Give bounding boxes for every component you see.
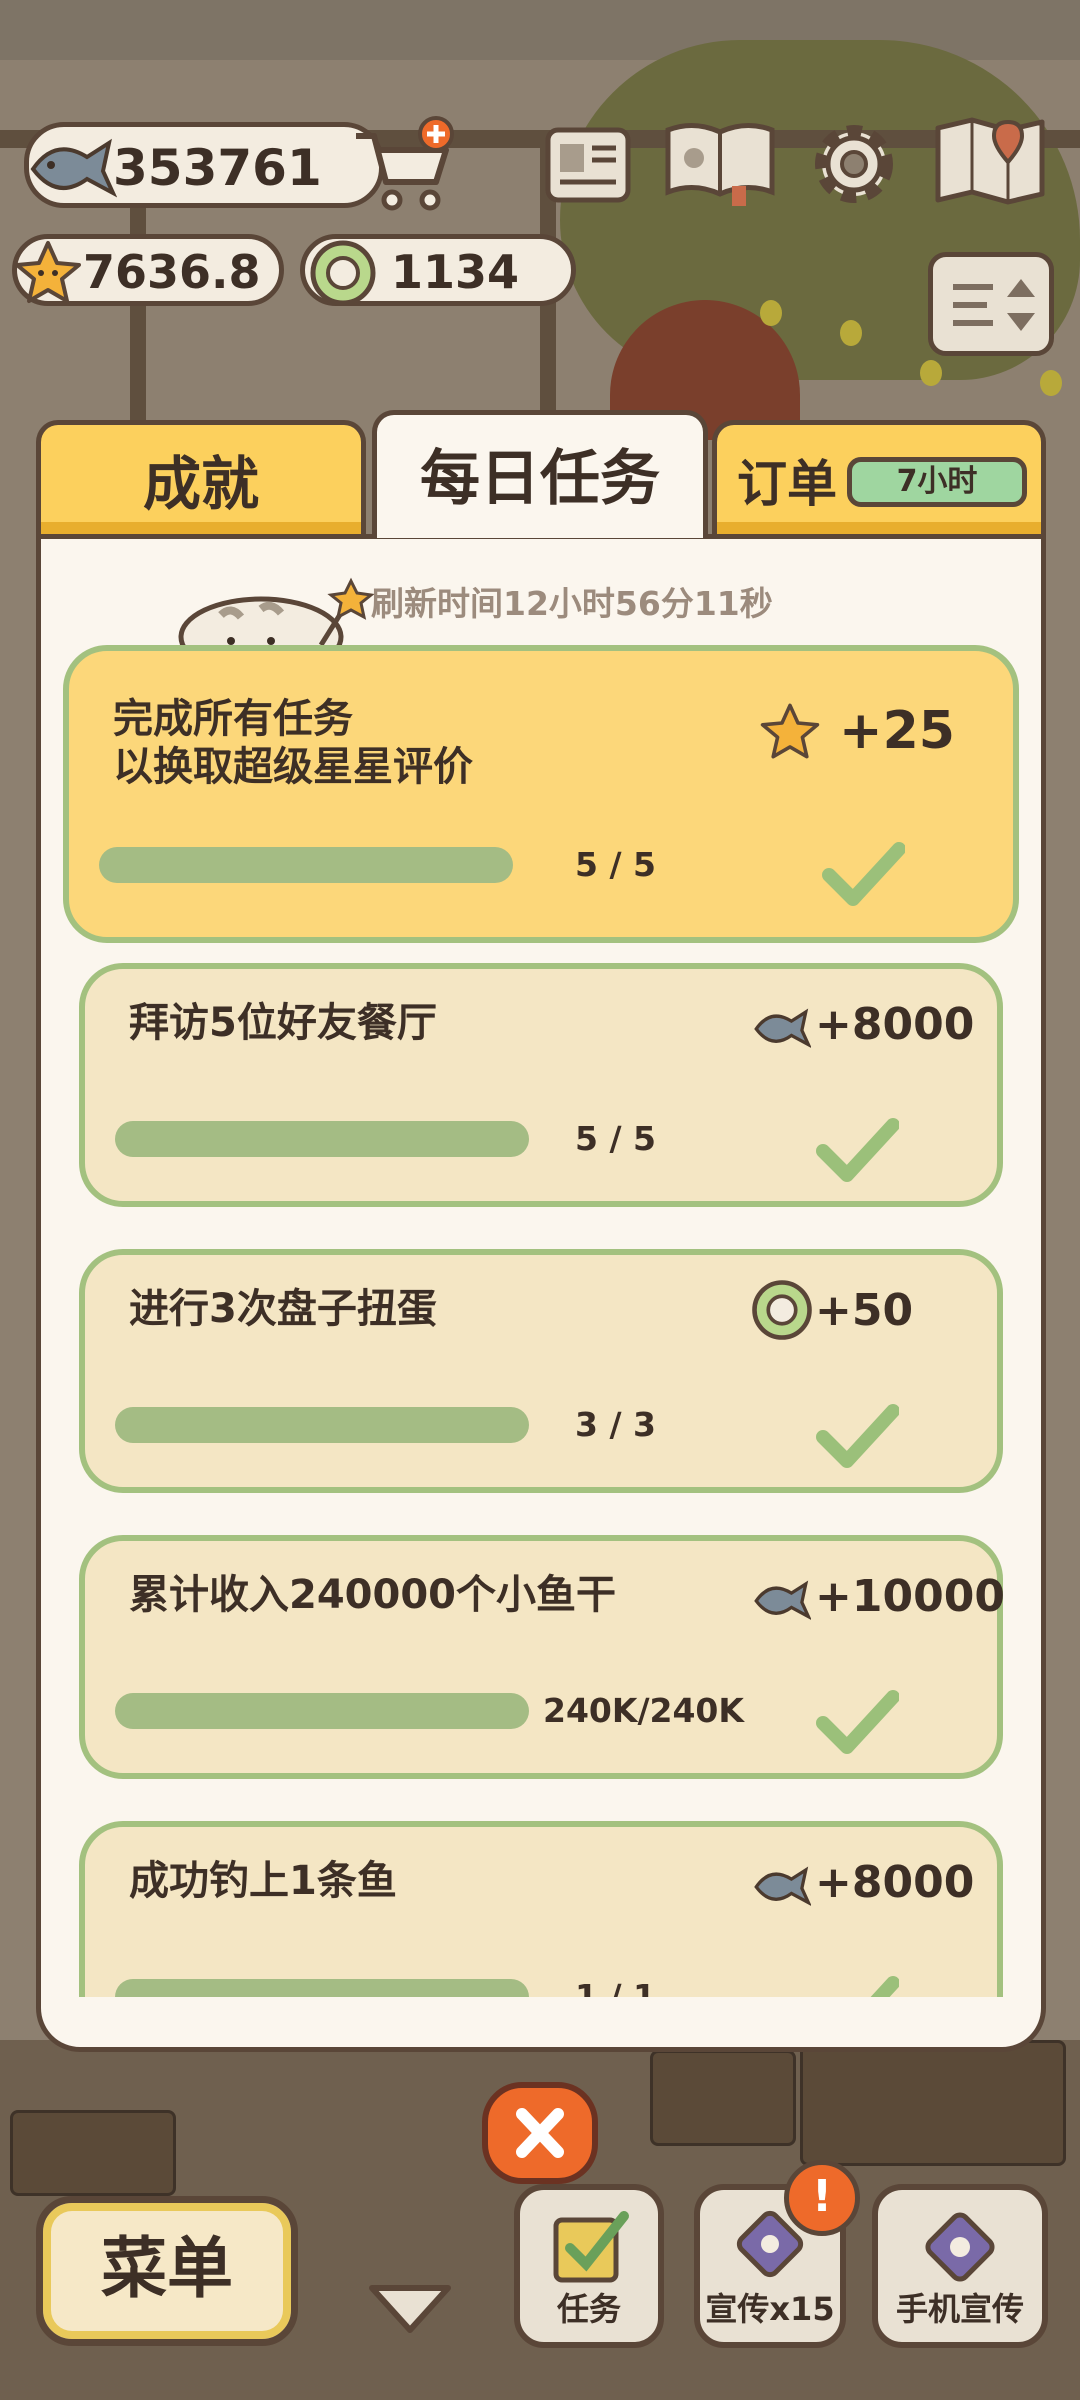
menu-button[interactable]: 菜单 <box>36 2196 298 2346</box>
task-progress-bar <box>115 1407 529 1443</box>
task-reward: +10000 <box>815 1571 1005 1622</box>
checklist-icon <box>553 2211 629 2283</box>
task-progress-count: 3 / 3 <box>575 1405 656 1444</box>
star-icon <box>15 241 81 303</box>
shop-cart-button[interactable] <box>350 116 460 216</box>
close-panel-button[interactable] <box>482 2082 598 2184</box>
coin-icon <box>310 240 376 306</box>
task-card-income: 累计收入240000个小鱼干 +10000 240K/240K <box>79 1535 1005 1779</box>
task-card-visit-friends: 拜访5位好友餐厅 +8000 5 / 5 <box>79 963 1003 1207</box>
fish-value: 353761 <box>113 139 322 197</box>
task-progress-bar <box>115 1693 529 1729</box>
tab-daily-label: 每日任务 <box>420 444 660 514</box>
task-reward: +8000 <box>815 999 975 1050</box>
check-icon <box>816 1118 899 1182</box>
coin-value: 1134 <box>391 245 520 299</box>
refresh-timer: 刷新时间12小时56分11秒 <box>371 584 773 623</box>
fish-icon <box>754 1580 811 1620</box>
close-icon <box>516 2108 564 2158</box>
star-icon <box>760 703 820 759</box>
tab-orders[interactable]: 订单 7小时 <box>712 420 1046 538</box>
task-progress-bar <box>115 1121 529 1157</box>
fish-icon <box>754 1008 811 1048</box>
task-card-all-tasks: 完成所有任务 以换取超级星星评价 +25 5 / 5 <box>63 645 1019 943</box>
task-title: 进行3次盘子扭蛋 <box>129 1286 437 1332</box>
sort-icon <box>953 279 1035 331</box>
task-title: 完成所有任务 以换取超级星星评价 <box>113 696 473 790</box>
task-progress-count: 1 / 1 <box>575 1977 656 1997</box>
sort-toggle-button[interactable] <box>928 252 1054 356</box>
task-title: 拜访5位好友餐厅 <box>129 1000 437 1046</box>
star-value: 7636.8 <box>83 245 261 299</box>
task-reward: +50 <box>815 1285 914 1336</box>
task-title: 累计收入240000个小鱼干 <box>129 1572 616 1618</box>
task-title: 成功钓上1条鱼 <box>129 1858 397 1904</box>
fish-icon <box>754 1866 811 1906</box>
tab-achievements[interactable]: 成就 <box>36 420 366 538</box>
check-icon <box>822 842 905 906</box>
task-card-fishing: 成功钓上1条鱼 +8000 1 / 1 <box>79 1821 1003 1997</box>
task-progress-count: 5 / 5 <box>575 1119 656 1158</box>
task-progress-bar <box>99 847 513 883</box>
phone-promo-icon <box>925 2212 995 2282</box>
promo-button-label: 宣传x15 <box>705 2290 835 2328</box>
orders-timer-badge: 7小时 <box>847 457 1027 507</box>
check-icon <box>816 1404 899 1468</box>
fish-icon <box>30 138 117 198</box>
check-icon <box>870 1976 899 1997</box>
tab-daily-tasks[interactable]: 每日任务 <box>372 410 708 538</box>
map-button[interactable] <box>932 112 1048 208</box>
task-progress-count: 5 / 5 <box>575 845 656 884</box>
tab-orders-label: 订单 <box>737 455 837 513</box>
tab-achievements-label: 成就 <box>142 450 259 518</box>
chevron-down-icon[interactable] <box>364 2278 456 2338</box>
fish-currency: 353761 <box>24 122 384 208</box>
phone-promo-button[interactable]: 手机宣传 <box>872 2184 1048 2348</box>
daily-tasks-panel: 刷新时间12小时56分11秒 完成所有任务 以换取超级星星评价 +25 5 / … <box>36 534 1046 2052</box>
phone-promo-button-label: 手机宣传 <box>895 2290 1024 2328</box>
tasks-button[interactable]: 任务 <box>514 2184 664 2348</box>
alert-badge: ! <box>784 2160 860 2236</box>
task-progress-count: 240K/240K <box>543 1691 744 1730</box>
star-rating-currency: 7636.8 <box>12 234 284 306</box>
tasks-button-label: 任务 <box>556 2290 621 2328</box>
coin-icon <box>752 1280 812 1340</box>
task-card-plate-gacha: 进行3次盘子扭蛋 +50 3 / 3 <box>79 1249 1003 1493</box>
recipe-book-button[interactable] <box>660 112 780 208</box>
task-reward: +25 <box>839 701 955 761</box>
task-reward: +8000 <box>815 1857 975 1908</box>
profile-card-button[interactable] <box>540 118 636 214</box>
coin-currency: 1134 <box>300 234 576 306</box>
task-progress-bar <box>115 1979 529 1997</box>
settings-gear-icon[interactable] <box>806 116 902 212</box>
check-icon <box>816 1690 899 1754</box>
